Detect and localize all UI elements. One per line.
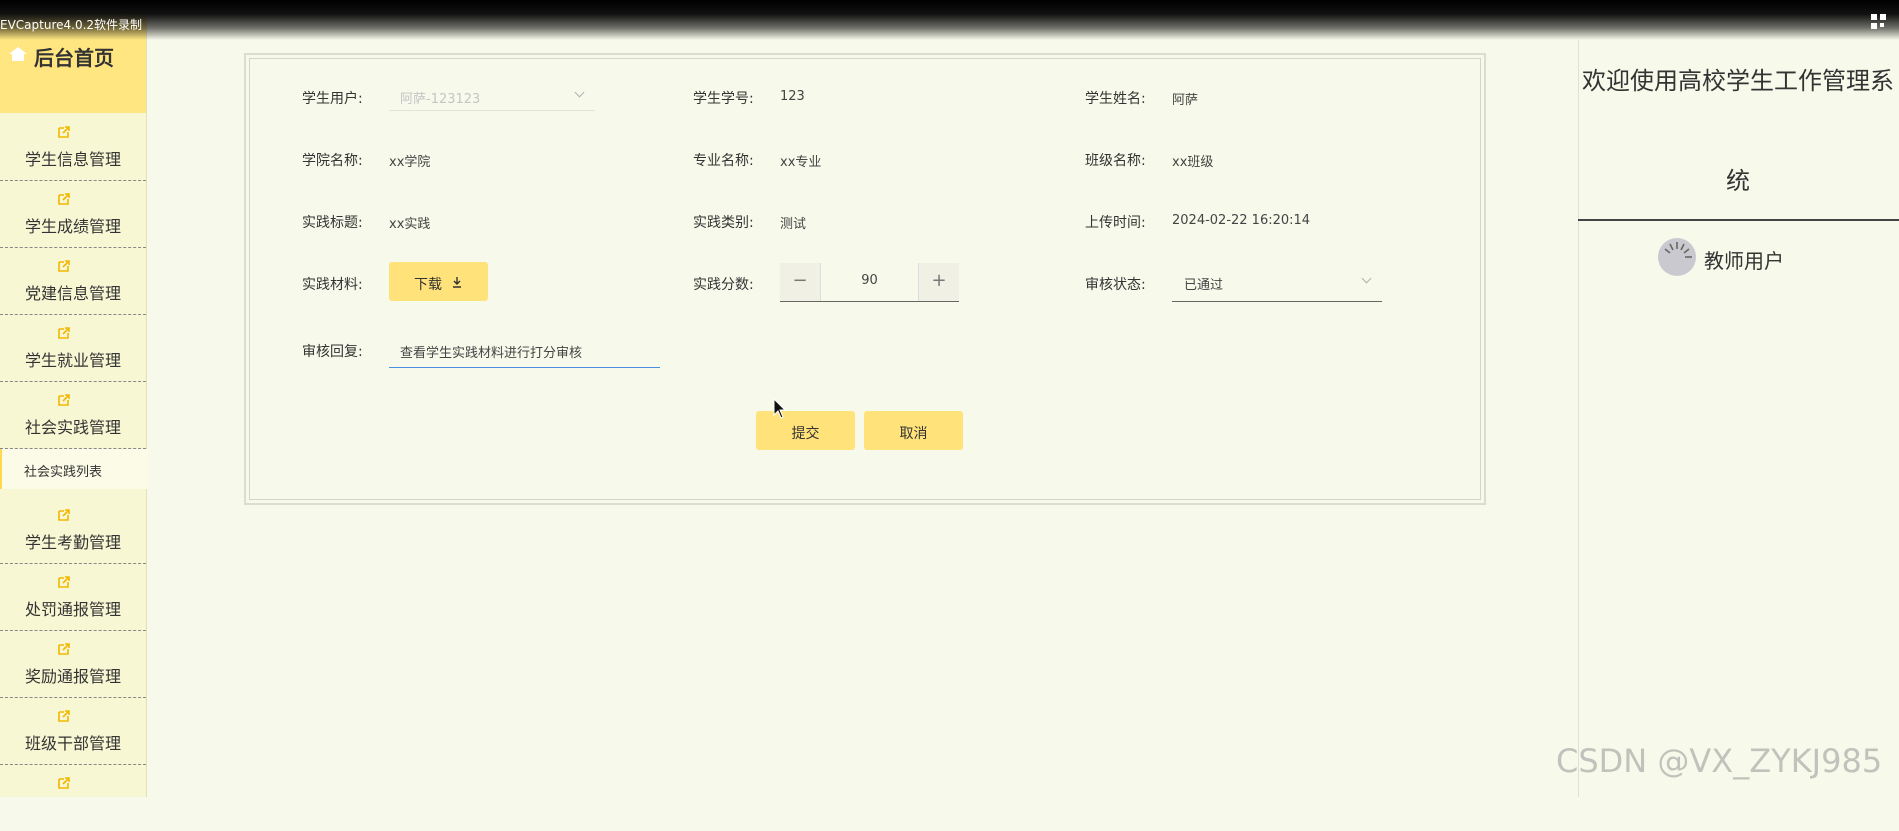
upload-time-label: 上传时间: — [1085, 215, 1146, 231]
sidebar-item-social-practice[interactable]: 社会实践管理 — [0, 382, 146, 449]
welcome-line-1: 欢迎使用高校学生工作管理系 — [1582, 67, 1894, 95]
college-label: 学院名称: — [302, 153, 363, 169]
sidebar-item-label: 班级干部管理 — [24, 734, 121, 753]
sidebar-item-label: 学生考勤管理 — [24, 533, 121, 552]
download-label: 下载 — [414, 277, 442, 293]
sidebar-item-party-info[interactable]: 党建信息管理 — [0, 248, 146, 315]
chevron-down-icon — [574, 87, 585, 98]
external-link-icon — [58, 710, 70, 722]
external-link-icon — [58, 643, 70, 655]
practice-title-value: xx实践 — [389, 217, 431, 232]
chevron-down-icon — [1361, 273, 1372, 284]
review-status-select[interactable]: 已通过 — [1172, 263, 1382, 302]
loading-spinner-icon — [1664, 242, 1692, 258]
score-stepper[interactable]: − 90 + — [780, 263, 959, 302]
sidebar: 后台首页 学生信息管理 学生成绩管理 党建信息管理 学生就业管理 社会实践管理 … — [0, 0, 148, 797]
practice-score-label: 实践分数: — [693, 277, 754, 293]
sidebar-item-label: 奖励通报管理 — [24, 667, 121, 686]
practice-material-label: 实践材料: — [302, 277, 363, 293]
upload-time-value: 2024-02-22 16:20:14 — [1172, 213, 1311, 228]
increment-button[interactable]: + — [918, 263, 959, 301]
major-value: xx专业 — [780, 155, 822, 170]
recorder-bar: EVCapture4.0.2软件录制 — [0, 0, 1899, 40]
review-status-label: 审核状态: — [1085, 277, 1146, 293]
practice-title-label: 实践标题: — [302, 215, 363, 231]
college-value: xx学院 — [389, 155, 431, 170]
sidebar-subitem-practice-list[interactable]: 社会实践列表 — [0, 449, 148, 489]
cancel-label: 取消 — [899, 426, 928, 442]
home-label: 后台首页 — [34, 46, 114, 70]
external-link-icon — [58, 777, 70, 789]
cancel-button[interactable]: 取消 — [864, 411, 963, 450]
review-reply-value: 查看学生实践材料进行打分审核 — [400, 346, 583, 361]
recorder-label: EVCapture4.0.2软件录制 — [0, 18, 143, 32]
class-name-value: xx班级 — [1172, 155, 1214, 170]
welcome-title: 欢迎使用高校学生工作管理系 统 — [1582, 56, 1894, 206]
student-name-value: 阿萨 — [1172, 93, 1199, 108]
external-link-icon — [58, 509, 70, 521]
student-no-label: 学生学号: — [693, 91, 754, 107]
score-value[interactable]: 90 — [820, 273, 919, 288]
student-user-value: 阿萨-123123 — [400, 92, 481, 107]
student-user-label: 学生用户: — [302, 91, 363, 107]
review-status-value: 已通过 — [1184, 278, 1224, 293]
sidebar-item-label: 党建信息管理 — [24, 284, 121, 303]
mouse-cursor-icon — [773, 398, 787, 419]
sidebar-item-label: 处罚通报管理 — [24, 600, 121, 619]
external-link-icon — [58, 576, 70, 588]
sidebar-item-label: 学生信息管理 — [24, 150, 121, 169]
student-no-value: 123 — [780, 89, 805, 104]
sidebar-item-more[interactable] — [0, 765, 146, 831]
major-label: 专业名称: — [693, 153, 754, 169]
student-name-label: 学生姓名: — [1085, 91, 1146, 107]
avatar — [1658, 238, 1696, 276]
external-link-icon — [58, 394, 70, 406]
review-reply-input[interactable]: 查看学生实践材料进行打分审核 — [389, 333, 660, 368]
external-link-icon — [58, 327, 70, 339]
sidebar-item-penalty[interactable]: 处罚通报管理 — [0, 564, 146, 631]
sidebar-item-label: 学生成绩管理 — [24, 217, 121, 236]
practice-type-value: 测试 — [780, 217, 807, 232]
sidebar-item-reward[interactable]: 奖励通报管理 — [0, 631, 146, 698]
welcome-line-2: 统 — [1726, 167, 1750, 195]
class-name-label: 班级名称: — [1085, 153, 1146, 169]
sidebar-item-student-info[interactable]: 学生信息管理 — [0, 114, 146, 181]
sidebar-item-student-grades[interactable]: 学生成绩管理 — [0, 181, 146, 248]
review-reply-label: 审核回复: — [302, 344, 363, 360]
sidebar-item-label: 社会实践管理 — [24, 418, 121, 437]
sidebar-item-class-cadre[interactable]: 班级干部管理 — [0, 698, 146, 765]
sidebar-subitem-label: 社会实践列表 — [24, 465, 103, 480]
user-role: 教师用户 — [1704, 249, 1784, 273]
download-icon — [453, 277, 461, 288]
submit-label: 提交 — [791, 426, 820, 442]
practice-type-label: 实践类别: — [693, 215, 754, 231]
sidebar-item-employment[interactable]: 学生就业管理 — [0, 315, 146, 382]
download-button[interactable]: 下载 — [389, 262, 488, 301]
watermark: CSDN @VX_ZYKJ985 — [1556, 742, 1883, 780]
external-link-icon — [58, 193, 70, 205]
sidebar-item-label: 学生就业管理 — [24, 351, 121, 370]
submit-button[interactable]: 提交 — [756, 411, 855, 450]
external-link-icon — [58, 260, 70, 272]
external-link-icon — [58, 126, 70, 138]
divider — [1578, 219, 1899, 221]
student-user-select: 阿萨-123123 — [389, 80, 595, 111]
sidebar-item-attendance[interactable]: 学生考勤管理 — [0, 497, 146, 564]
home-icon — [9, 47, 27, 61]
decrement-button[interactable]: − — [780, 263, 821, 301]
expand-icon[interactable] — [1871, 14, 1887, 30]
